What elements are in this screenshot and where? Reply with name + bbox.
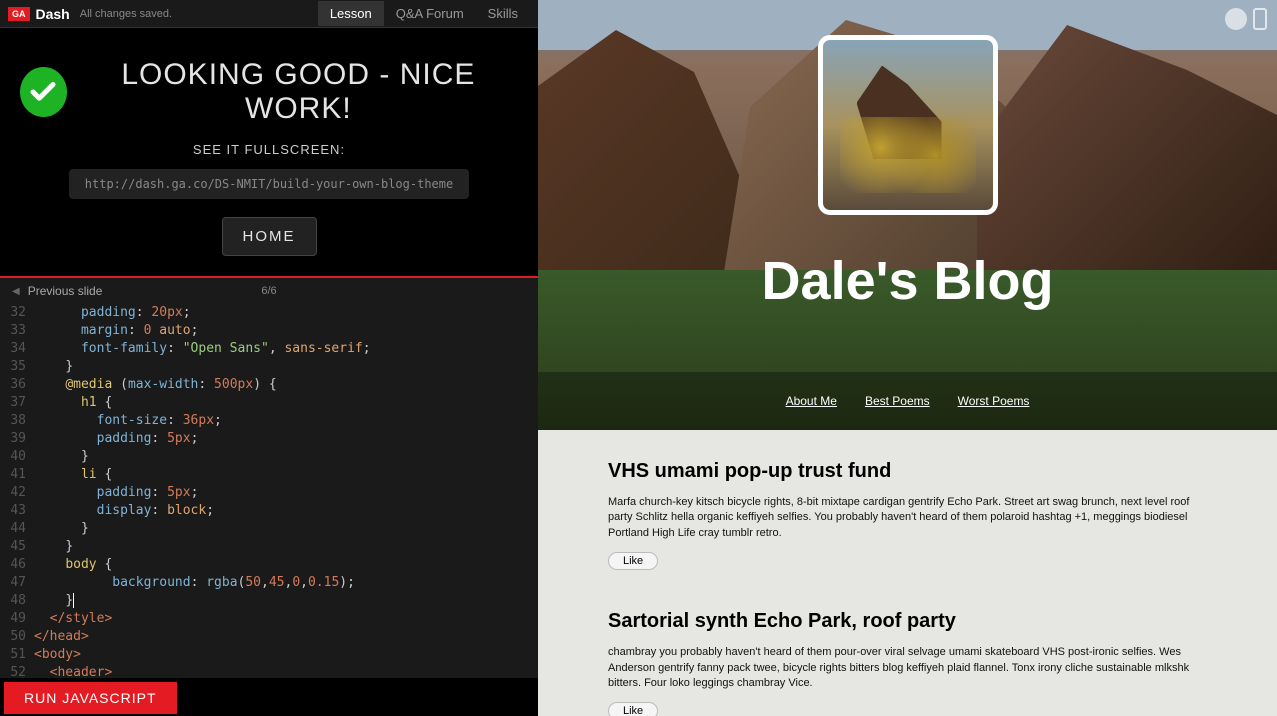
chevron-left-icon[interactable]: ◀ xyxy=(12,286,20,297)
code-line[interactable]: 38 font-size: 36px; xyxy=(0,412,538,430)
code-line[interactable]: 39 padding: 5px; xyxy=(0,430,538,448)
see-fullscreen-label: SEE IT FULLSCREEN: xyxy=(20,142,518,157)
code-line[interactable]: 33 margin: 0 auto; xyxy=(0,322,538,340)
like-button[interactable]: Like xyxy=(608,702,658,716)
code-line[interactable]: 51<body> xyxy=(0,646,538,664)
blog-post: Sartorial synth Echo Park, roof party ch… xyxy=(608,610,1207,716)
code-line[interactable]: 34 font-family: "Open Sans", sans-serif; xyxy=(0,340,538,358)
code-line[interactable]: 50</head> xyxy=(0,628,538,646)
code-line[interactable]: 41 li { xyxy=(0,466,538,484)
code-line[interactable]: 43 display: block; xyxy=(0,502,538,520)
code-line[interactable]: 36 @media (max-width: 500px) { xyxy=(0,376,538,394)
code-line[interactable]: 37 h1 { xyxy=(0,394,538,412)
code-line[interactable]: 48 } xyxy=(0,592,538,610)
save-status: All changes saved. xyxy=(80,8,172,20)
post-title: Sartorial synth Echo Park, roof party xyxy=(608,610,1207,633)
post-body: Marfa church-key kitsch bicycle rights, … xyxy=(608,495,1207,541)
home-button[interactable]: HOME xyxy=(222,217,317,256)
like-button[interactable]: Like xyxy=(608,552,658,570)
nav-about[interactable]: About Me xyxy=(786,394,837,408)
congrats-title: LOOKING GOOD - NICE WORK! xyxy=(79,58,518,126)
post-title: VHS umami pop-up trust fund xyxy=(608,460,1207,483)
blog-nav: About Me Best Poems Worst Poems xyxy=(538,372,1277,430)
tab-lesson[interactable]: Lesson xyxy=(318,1,384,26)
code-line[interactable]: 47 background: rgba(50,45,0,0.15); xyxy=(0,574,538,592)
desktop-view-button[interactable] xyxy=(1225,8,1247,30)
nav-best-poems[interactable]: Best Poems xyxy=(865,394,930,408)
code-line[interactable]: 44 } xyxy=(0,520,538,538)
code-line[interactable]: 46 body { xyxy=(0,556,538,574)
checkmark-icon xyxy=(20,67,67,117)
code-line[interactable]: 49 </style> xyxy=(0,610,538,628)
code-line[interactable]: 52 <header> xyxy=(0,664,538,678)
code-line[interactable]: 45 } xyxy=(0,538,538,556)
tab-skills[interactable]: Skills xyxy=(476,1,530,26)
code-editor[interactable]: 32 padding: 20px;33 margin: 0 auto;34 fo… xyxy=(0,304,538,678)
nav-worst-poems[interactable]: Worst Poems xyxy=(958,394,1030,408)
slide-counter: 6/6 xyxy=(261,285,276,297)
code-line[interactable]: 40 } xyxy=(0,448,538,466)
tab-forum[interactable]: Q&A Forum xyxy=(384,1,476,26)
blog-title: Dale's Blog xyxy=(762,250,1054,312)
congrats-panel: LOOKING GOOD - NICE WORK! SEE IT FULLSCR… xyxy=(0,28,538,276)
blog-post: VHS umami pop-up trust fund Marfa church… xyxy=(608,460,1207,570)
avatar-thumbnail xyxy=(818,35,998,215)
project-url[interactable]: http://dash.ga.co/DS-NMIT/build-your-own… xyxy=(69,169,469,199)
mobile-view-button[interactable] xyxy=(1253,8,1267,30)
preview-pane: Dale's Blog About Me Best Poems Worst Po… xyxy=(538,0,1277,716)
previous-slide-button[interactable]: Previous slide xyxy=(28,284,103,298)
app-header: GA Dash All changes saved. Lesson Q&A Fo… xyxy=(0,0,538,28)
brand-name: Dash xyxy=(36,6,70,22)
hero-header: Dale's Blog About Me Best Poems Worst Po… xyxy=(538,0,1277,430)
run-javascript-button[interactable]: RUN JAVASCRIPT xyxy=(4,682,177,714)
code-line[interactable]: 32 padding: 20px; xyxy=(0,304,538,322)
ga-badge: GA xyxy=(8,7,30,21)
slide-nav: ◀ Previous slide 6/6 xyxy=(0,276,538,304)
code-line[interactable]: 42 padding: 5px; xyxy=(0,484,538,502)
code-line[interactable]: 35 } xyxy=(0,358,538,376)
post-body: chambray you probably haven't heard of t… xyxy=(608,645,1207,691)
